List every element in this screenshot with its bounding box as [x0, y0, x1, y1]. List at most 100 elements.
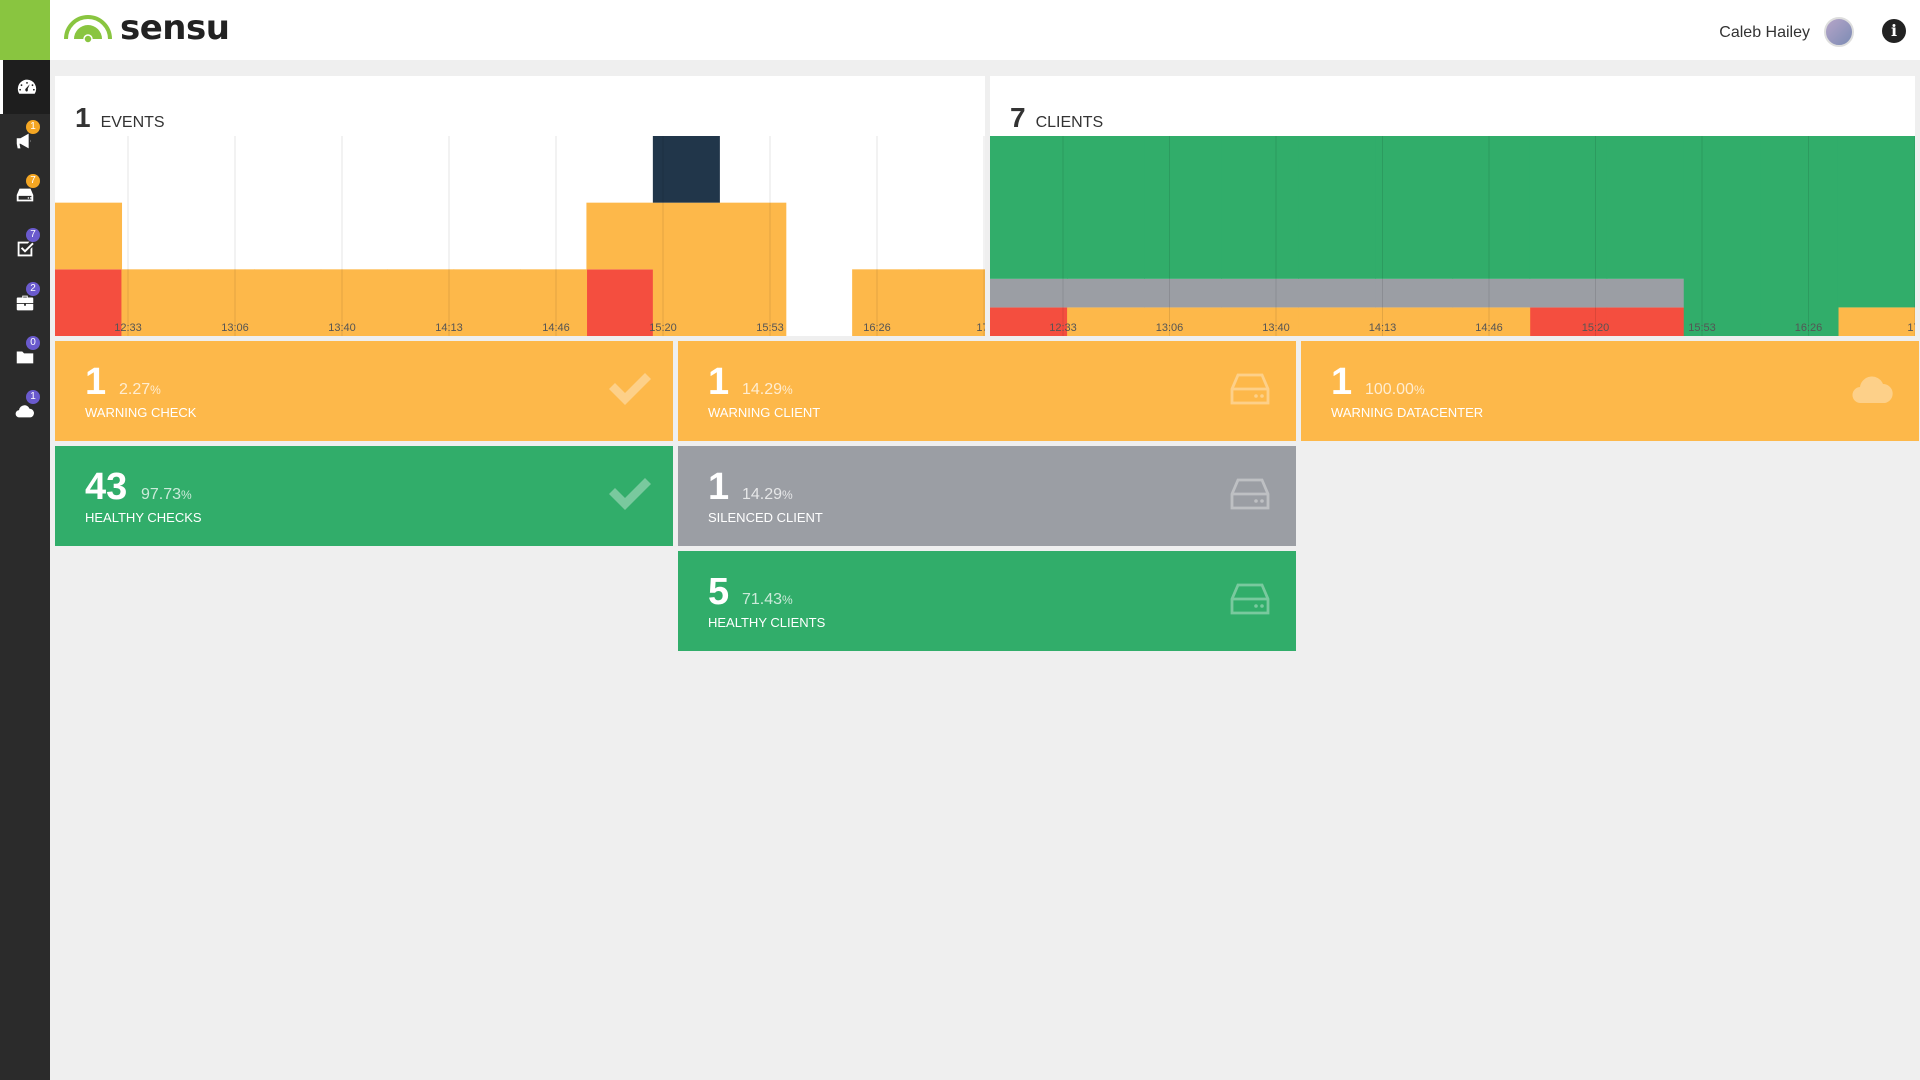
server-icon [1230, 478, 1270, 510]
avatar[interactable] [1824, 17, 1854, 47]
silenced-client-tile[interactable]: 1 14.29% SILENCED CLIENT [678, 446, 1296, 546]
chart-bar-s3-9 [1683, 136, 1762, 336]
tile-count: 1 [85, 361, 107, 403]
tile-count: 1 [708, 466, 730, 508]
tile-count: 1 [708, 361, 730, 403]
chart-bar-s1-3 [254, 269, 322, 336]
chart-bar-s2-8 [1606, 278, 1685, 308]
tile-percent: 100.00% [1365, 381, 1425, 398]
sensu-logo-icon [64, 15, 112, 44]
server-icon [1230, 583, 1270, 615]
chart-bar-s1-1 [1067, 307, 1145, 336]
tile-label: HEALTHY CHECKS [85, 510, 202, 525]
tile-percent: 71.43% [742, 591, 793, 608]
check-icon [609, 478, 651, 510]
tile-count: 5 [708, 571, 730, 613]
chart-bar-s2-3 [1221, 278, 1299, 308]
user-name[interactable]: Caleb Hailey [1719, 24, 1810, 42]
info-icon[interactable]: i [1882, 19, 1906, 43]
chart-bar-s3-1 [1067, 136, 1145, 279]
chart-bar-s1-8 [586, 202, 654, 270]
sidebar-item-aggregates[interactable]: 2 [0, 276, 50, 330]
brand-logo[interactable]: sensu [64, 8, 230, 48]
tile-count: 43 [85, 466, 128, 508]
clients-chart-panel: 7 CLIENTS 12:33 13:06 13:40 14:13 14:46 15:20… [990, 76, 1915, 336]
warning-client-tile[interactable]: 1 14.29% WARNING CLIENT [678, 341, 1296, 441]
server-icon [1230, 373, 1270, 405]
events-count: 1 [75, 102, 91, 133]
check-icon [609, 373, 651, 405]
silenced-badge: 0 [26, 336, 40, 350]
chart-tick-label: 14:13 [435, 322, 463, 334]
sidebar-item-dashboard[interactable] [0, 60, 50, 114]
chart-bar-s0-8 [1606, 307, 1685, 336]
chart-tick-label: 12:33 [1049, 322, 1077, 334]
events-badge: 1 [26, 120, 40, 134]
clients-count: 7 [1010, 102, 1026, 133]
chart-tick-label: 14:46 [1475, 322, 1503, 334]
events-label: EVENTS [100, 114, 165, 131]
clients-badge: 7 [26, 174, 40, 188]
chart-tick-label: 15:20 [1582, 322, 1610, 334]
chart-tick-label: 15:53 [1688, 322, 1716, 334]
chart-bar-s2-1 [1067, 278, 1145, 308]
top-header: sensu Caleb Hailey i [50, 0, 1920, 60]
tile-count: 1 [1331, 361, 1353, 403]
cloud-icon [1852, 376, 1893, 404]
chart-tick-label: 14:13 [1369, 322, 1397, 334]
clients-label: CLIENTS [1035, 114, 1104, 131]
sidebar-item-datacenters[interactable]: 1 [0, 384, 50, 438]
chart-bar-s1-11 [1837, 307, 1915, 336]
dashboard-icon [17, 79, 36, 94]
events-chart-panel: 1 EVENTS 12:33 13:06 13:40 14:13 14:46 15:20 1… [55, 76, 985, 336]
clients-title: 7 CLIENTS [1010, 102, 1103, 134]
aggregates-badge: 2 [26, 282, 40, 296]
chart-tick-label: 13:40 [1262, 322, 1290, 334]
chart-bar-s3-0 [990, 136, 1068, 279]
datacenters-badge: 1 [26, 390, 40, 404]
tile-label: SILENCED CLIENT [708, 510, 823, 525]
chart-bar-s3-8 [1606, 136, 1685, 279]
chart-bar-s1-6 [453, 269, 521, 336]
chart-tick-label: 13:40 [328, 322, 356, 334]
sidebar: 1 7 7 2 0 1 [0, 0, 50, 1080]
tile-label: WARNING CHECK [85, 405, 197, 420]
chart-bar-s2-4 [1298, 278, 1377, 308]
tile-label: HEALTHY CLIENTS [708, 615, 826, 630]
healthy-clients-tile[interactable]: 5 71.43% HEALTHY CLIENTS [678, 551, 1296, 651]
chart-tick-label: 14:46 [542, 322, 570, 334]
chart-tick-label: 13:06 [221, 322, 249, 334]
tile-percent: 97.73% [141, 486, 192, 503]
chart-bar-s3-6 [1452, 136, 1531, 279]
chart-bar-s1-0 [55, 202, 123, 270]
warning-check-tile[interactable]: 1 2.27% WARNING CHECK [55, 341, 673, 441]
chart-bar-s0-8 [586, 269, 654, 336]
healthy-checks-tile[interactable]: 43 97.73% HEALTHY CHECKS [55, 446, 673, 546]
warning-datacenter-tile[interactable]: 1 100.00% WARNING DATACENTER [1301, 341, 1919, 441]
chart-tick-label: 15:53 [756, 322, 784, 334]
chart-bar-s2-2 [1144, 278, 1222, 308]
chart-tick-label: 16:26 [863, 322, 891, 334]
chart-tick-label: 16:26 [1795, 322, 1823, 334]
tile-percent: 14.29% [742, 381, 793, 398]
tile-percent: 14.29% [742, 486, 793, 503]
sidebar-logo-block [0, 0, 50, 60]
events-chart: 12:33 13:06 13:40 14:13 14:46 15:20 15:53 16:26… [55, 136, 985, 336]
sidebar-item-clients[interactable]: 7 [0, 168, 50, 222]
chart-bar-s3-5 [1375, 136, 1454, 279]
sidebar-item-silenced[interactable]: 0 [0, 330, 50, 384]
chart-bar-s3-3 [1221, 136, 1299, 279]
chart-bar-s2-0 [990, 278, 1068, 308]
chart-bar-s2-5 [1375, 278, 1454, 308]
tile-label: WARNING DATACENTER [1331, 405, 1484, 420]
checks-badge: 7 [26, 228, 40, 242]
chart-bar-s1-10 [719, 202, 787, 336]
tile-percent: 2.27% [119, 381, 161, 398]
chart-bar-s3-4 [1298, 136, 1377, 279]
chart-bar-s3-2 [1144, 136, 1222, 279]
sidebar-item-checks[interactable]: 7 [0, 222, 50, 276]
chart-tick-label: 17: [976, 322, 985, 334]
sidebar-item-events[interactable]: 1 [0, 114, 50, 168]
chart-bar-s3-10 [1760, 136, 1839, 336]
chart-tick-label: 15:20 [649, 322, 677, 334]
